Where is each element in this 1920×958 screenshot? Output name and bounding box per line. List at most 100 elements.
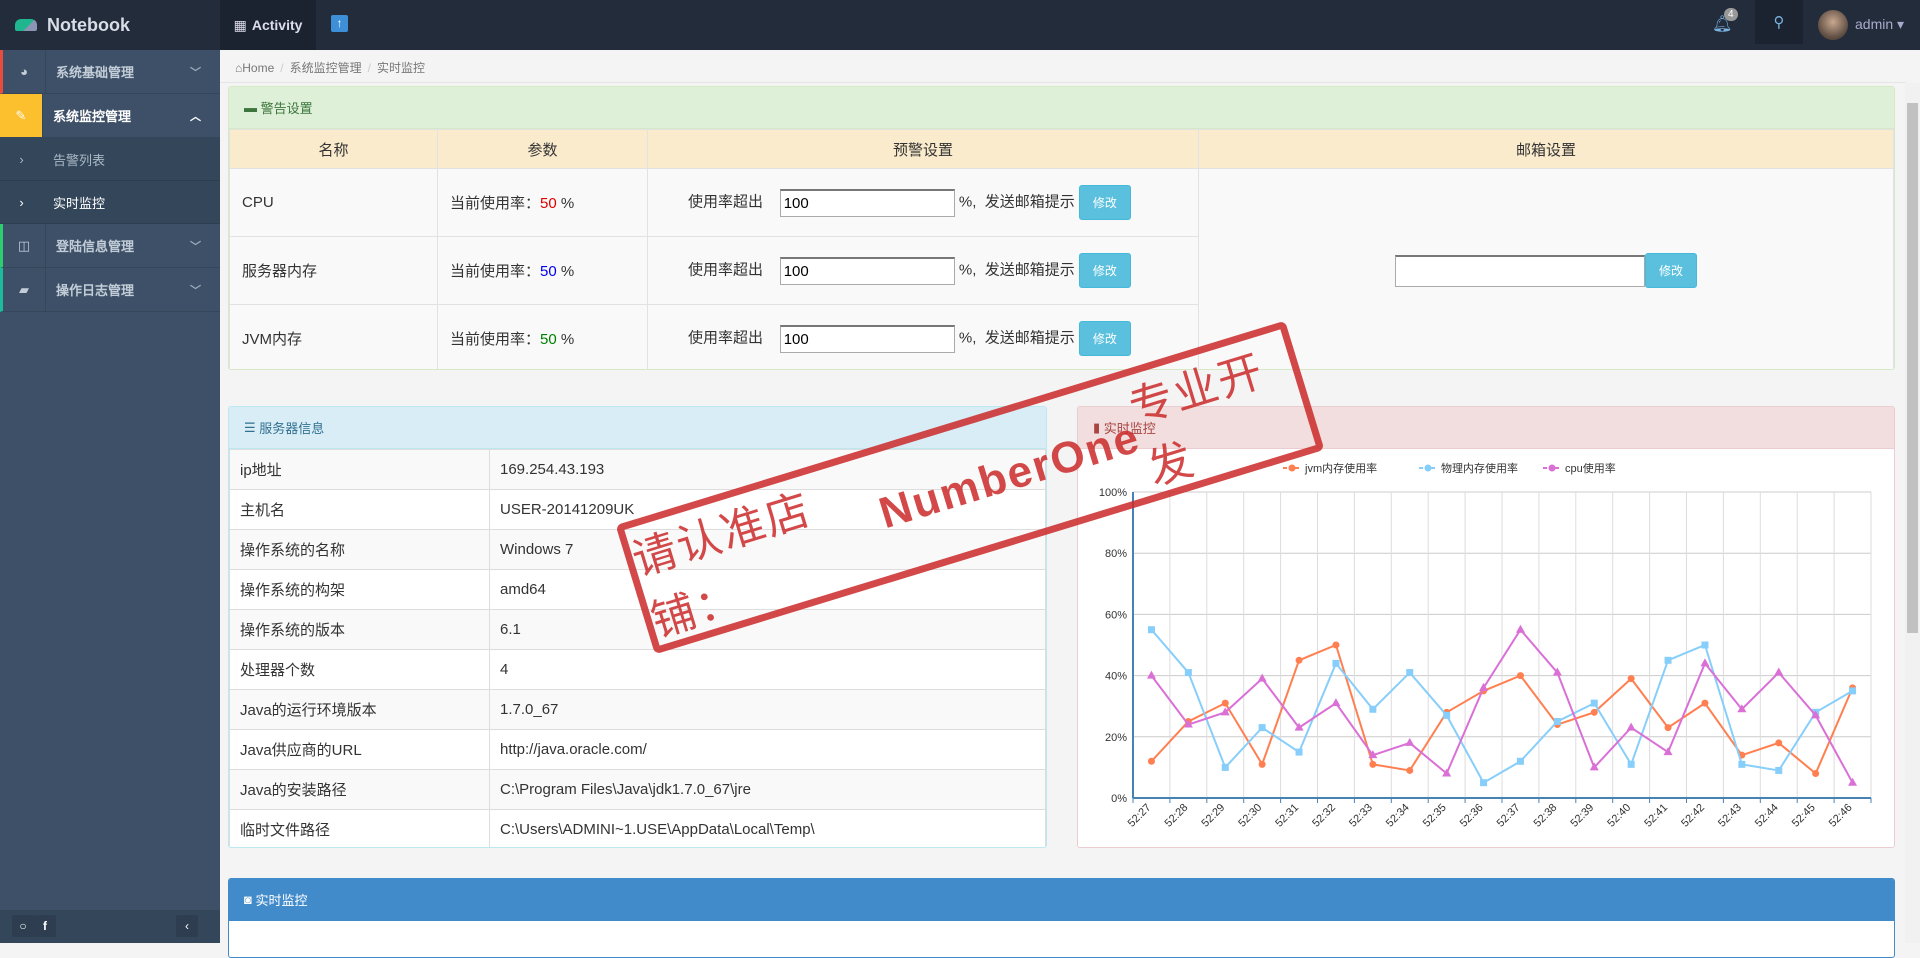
sidebar-item-label: 系统基础管理 [56,65,135,80]
data-point [1147,626,1155,634]
data-point [1221,763,1229,771]
data-point [1590,699,1598,707]
data-point [1701,699,1709,707]
table-row: 操作系统的版本 6.1 [229,609,1046,650]
email-cell: 修改 [1198,168,1894,369]
modify-button[interactable]: 修改 [1078,253,1131,288]
rss-icon: ◙ [244,892,256,907]
data-point [1553,718,1561,725]
breadcrumb-home[interactable]: Home [242,61,274,75]
data-point [1405,737,1415,746]
metric-name: CPU [229,168,438,237]
threshold-input[interactable] [779,256,955,285]
threshold-suffix: %, 发送邮箱提示 [958,261,1075,279]
sidebar-item-monitor[interactable]: ✎ 系统监控管理 ︿ [0,94,220,138]
table-row: Java的安装路径 C:\Program Files\Java\jdk1.7.0_… [229,769,1046,810]
info-value: 4 [489,649,1046,690]
sidebar-subitem-realtime[interactable]: › 实时监控 [0,181,220,224]
x-tick-label: 52:41 [1642,802,1670,830]
panel-title: 警告设置 [260,101,313,116]
facebook-icon[interactable]: f [34,915,56,937]
info-value: C:\Program Files\Java\jdk1.7.0_67\jre [489,769,1046,810]
collapse-sidebar-button[interactable]: ‹ [176,915,198,937]
legend-marker [1424,464,1432,472]
modify-button[interactable]: 修改 [1078,185,1131,220]
threshold-cell: 使用率超出 %, 发送邮箱提示 修改 [647,168,1199,237]
chevron-right-icon: › [19,151,24,167]
legend-marker [1288,464,1296,472]
usage-label: 当前使用率： [450,331,541,348]
caret-down-icon: ▾ [1897,16,1905,32]
usage-label: 当前使用率： [450,195,541,212]
avatar[interactable] [1818,10,1848,40]
email-input[interactable] [1394,254,1645,287]
chevron-down-icon: ﹀ [190,66,201,79]
data-point [1775,766,1783,774]
breadcrumb-current: 实时监控 [376,61,425,75]
threshold-cell: 使用率超出 %, 发送邮箱提示 修改 [647,304,1199,369]
activity-label: Activity [251,17,303,33]
data-point [1184,669,1192,677]
usage-unit: % [560,195,575,212]
y-tick-label: 40% [1105,671,1127,683]
x-tick-label: 52:42 [1679,802,1707,830]
activity-tab[interactable]: ▦ Activity [220,0,316,50]
sidebar-item-basic[interactable]: ◕ 系统基础管理 ﹀ [0,50,220,94]
x-tick-label: 52:38 [1532,802,1560,830]
brand[interactable]: Notebook [0,0,220,50]
y-tick-label: 20% [1105,732,1127,744]
col-header: 名称 [229,129,438,169]
comment-icon[interactable]: ○ [12,915,34,937]
data-point [1516,672,1524,680]
sidebar-item-log[interactable]: ▰ 操作日志管理 ﹀ [0,268,220,312]
upload-icon[interactable]: ↑ [331,15,348,32]
x-tick-label: 52:36 [1458,802,1486,830]
panel-title: 服务器信息 [259,421,325,436]
data-point [1369,760,1377,768]
info-key: 操作系统的版本 [229,609,490,650]
data-point [1258,760,1266,768]
x-tick-label: 52:30 [1236,802,1264,830]
data-point [1406,669,1414,677]
info-key: 操作系统的构架 [229,569,490,610]
breadcrumb-monitor[interactable]: 系统监控管理 [290,61,362,75]
usage-line-chart: 0%20%40%60%80%100%52:27 52:28 52:29 52:30 52… [1099,461,1872,830]
data-point [1443,711,1451,719]
info-key: Java的安装路径 [229,769,490,810]
sidebar-subitem-alerts[interactable]: › 告警列表 [0,138,220,181]
x-tick-label: 52:34 [1384,802,1412,830]
info-key: Java的运行环境版本 [229,689,490,730]
edit-icon: ✎ [0,94,43,137]
search-button[interactable]: ⚲ [1755,0,1803,44]
data-point [1332,659,1340,667]
sidebar-item-login[interactable]: ◫ 登陆信息管理 ﹀ [0,224,220,268]
usage-label: 当前使用率： [450,263,541,280]
user-menu[interactable]: admin ▾ [1855,16,1904,33]
data-point [1146,670,1156,679]
email-modify-button[interactable]: 修改 [1644,253,1697,288]
chevron-up-icon: ︿ [190,110,201,123]
scrollbar-thumb[interactable] [1907,103,1918,633]
usage-unit: % [560,331,575,348]
panel-heading: ▬ 警告设置 [229,87,1894,129]
sidebar-footer: ○ f ‹ [0,910,220,943]
building-icon: ▦ [233,16,247,33]
table-row: Java的运行环境版本 1.7.0_67 [229,689,1046,730]
metric-usage: 当前使用率：50 % [437,304,648,369]
table-row: 临时文件路径 C:\Users\ADMINI~1.USE\AppData\Loca… [229,809,1046,847]
sidebar-item-label: 操作日志管理 [56,283,135,298]
data-point [1480,779,1488,787]
data-point [1774,667,1784,676]
threshold-input[interactable] [779,188,955,217]
alert-settings-panel: ▬ 警告设置 名称 参数 预警设置 邮箱设置 CPU 当前使用率：50 % 使用率超出… [228,86,1895,370]
threshold-input[interactable] [779,324,955,353]
page-scrollbar[interactable] [1905,83,1920,943]
modify-button[interactable]: 修改 [1078,321,1131,356]
data-point [1331,698,1341,707]
sidebar: ◕ 系统基础管理 ﹀ ✎ 系统监控管理 ︿ › 告警列表 › 实时监控 ◫ 登陆信息管理 ﹀ ▰… [0,50,220,943]
info-key: 处理器个数 [229,649,490,690]
info-key: 临时文件路径 [229,809,490,847]
data-point [1369,705,1377,713]
user-name: admin [1855,16,1894,32]
y-tick-label: 60% [1105,609,1127,621]
